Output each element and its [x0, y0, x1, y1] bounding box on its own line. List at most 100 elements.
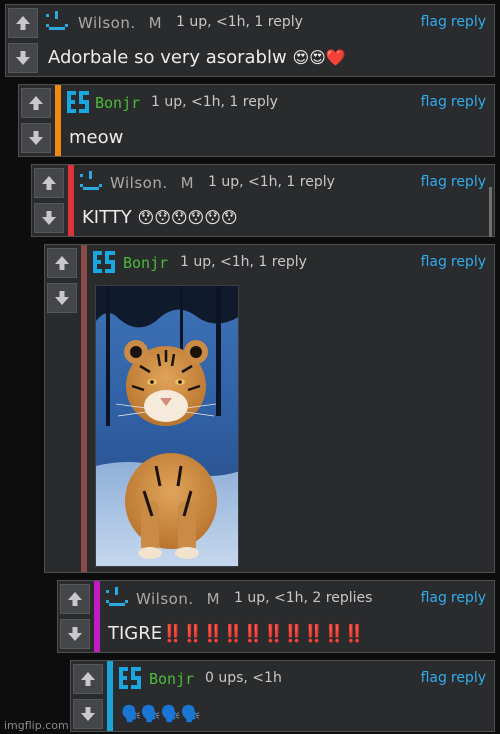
- upvote-button[interactable]: [60, 584, 90, 614]
- upvote-arrow-icon: [81, 672, 95, 686]
- vote-column: [45, 245, 79, 572]
- reply-link[interactable]: reply: [451, 670, 486, 686]
- upvote-arrow-icon: [68, 592, 82, 606]
- comment-actions: flag reply: [417, 174, 486, 190]
- username[interactable]: Bonjr: [149, 670, 194, 688]
- username-text: Wilson.: [136, 590, 194, 608]
- imgflip-watermark: imgflip.com: [4, 719, 69, 732]
- heart-eyes-emoji-row: 😍😍❤️: [292, 48, 346, 67]
- pixel-face-avatar-icon[interactable]: [44, 9, 70, 35]
- downvote-button[interactable]: [21, 123, 51, 153]
- es-logo-avatar-icon[interactable]: [91, 249, 117, 275]
- username-text: Wilson.: [110, 174, 168, 192]
- comment-5: Wilson. M 1 up, <1h, 2 replies flag reply …: [57, 580, 495, 653]
- vote-column: [58, 581, 92, 652]
- comment-text: KITTY 😯😯😯😯😯😯: [82, 207, 238, 228]
- comment-body: Bonjr 0 ups, <1h flag reply 🗣️🗣️🗣️🗣️: [113, 661, 494, 731]
- comment-body: Wilson. M 1 up, <1h, 2 replies flag reply …: [100, 581, 494, 652]
- vote-column: [19, 85, 53, 156]
- comment-3: Wilson. M 1 up, <1h, 1 reply flag reply KI…: [31, 164, 495, 237]
- comment-text-content: TIGRE: [108, 623, 163, 644]
- comment-actions: flag reply: [417, 670, 486, 686]
- comment-text: TIGRE‼️‼️‼️‼️‼️‼️‼️‼️‼️‼️: [108, 623, 365, 644]
- upvote-button[interactable]: [8, 8, 38, 38]
- upvote-button[interactable]: [34, 168, 64, 198]
- downvote-arrow-icon: [16, 51, 30, 65]
- comment-body: Bonjr 1 up, <1h, 1 reply flag reply: [87, 245, 494, 572]
- downvote-button[interactable]: [34, 203, 64, 233]
- downvote-arrow-icon: [29, 131, 43, 145]
- user-badge: M: [206, 590, 221, 608]
- username[interactable]: Wilson. M: [136, 590, 220, 608]
- upvote-arrow-icon: [55, 256, 69, 270]
- comment-meta: 1 up, <1h, 1 reply: [208, 174, 335, 190]
- username[interactable]: Bonjr: [123, 254, 168, 272]
- downvote-button[interactable]: [47, 283, 77, 313]
- comment-actions: flag reply: [417, 254, 486, 270]
- pixel-face-avatar-icon[interactable]: [104, 585, 130, 611]
- comment-actions: flag reply: [417, 94, 486, 110]
- pixel-face-avatar-icon[interactable]: [78, 169, 104, 195]
- es-logo-avatar-icon[interactable]: [117, 665, 143, 691]
- upvote-arrow-icon: [16, 16, 30, 30]
- username-text: Wilson.: [78, 14, 136, 32]
- comment-body: Wilson. M 1 up, <1h, 1 reply flag reply Ad…: [40, 5, 494, 76]
- flag-link[interactable]: flag: [421, 670, 447, 686]
- scrollbar[interactable]: [489, 187, 492, 237]
- comment-body: Wilson. M 1 up, <1h, 1 reply flag reply KI…: [74, 165, 494, 236]
- flag-link[interactable]: flag: [421, 94, 447, 110]
- comment-text-content: KITTY: [82, 207, 132, 228]
- vote-column: [6, 5, 40, 76]
- user-badge: M: [180, 174, 195, 192]
- comment-meta: 1 up, <1h, 2 replies: [234, 590, 373, 606]
- flag-link[interactable]: flag: [421, 14, 447, 30]
- exclamation-emoji-row: ‼️‼️‼️‼️‼️‼️‼️‼️‼️‼️: [162, 624, 365, 644]
- downvote-button[interactable]: [8, 43, 38, 73]
- reply-link[interactable]: reply: [451, 254, 486, 270]
- comment-meta: 0 ups, <1h: [205, 670, 282, 686]
- vote-column: [32, 165, 66, 236]
- comment-meta: 1 up, <1h, 1 reply: [176, 14, 303, 30]
- username[interactable]: Wilson. M: [78, 14, 162, 32]
- downvote-arrow-icon: [81, 707, 95, 721]
- comment-6: Bonjr 0 ups, <1h flag reply 🗣️🗣️🗣️🗣️: [70, 660, 495, 732]
- tiger-photo[interactable]: [95, 285, 239, 567]
- upvote-button[interactable]: [47, 248, 77, 278]
- downvote-arrow-icon: [68, 627, 82, 641]
- user-badge: M: [148, 14, 163, 32]
- es-logo-avatar-icon[interactable]: [65, 89, 91, 115]
- comment-2: Bonjr 1 up, <1h, 1 reply flag reply meow: [18, 84, 495, 157]
- upvote-arrow-icon: [42, 176, 56, 190]
- reply-link[interactable]: reply: [451, 174, 486, 190]
- flag-link[interactable]: flag: [421, 590, 447, 606]
- flag-link[interactable]: flag: [421, 254, 447, 270]
- upvote-button[interactable]: [73, 664, 103, 694]
- comment-text-content: Adorbale so very asorablw: [48, 47, 287, 68]
- comment-meta: 1 up, <1h, 1 reply: [151, 94, 278, 110]
- downvote-button[interactable]: [60, 619, 90, 649]
- reply-link[interactable]: reply: [451, 94, 486, 110]
- username[interactable]: Bonjr: [95, 94, 140, 112]
- downvote-button[interactable]: [73, 699, 103, 729]
- comment-text: Adorbale so very asorablw 😍😍❤️: [48, 47, 346, 68]
- reply-link[interactable]: reply: [451, 590, 486, 606]
- username[interactable]: Wilson. M: [110, 174, 194, 192]
- comment-body: Bonjr 1 up, <1h, 1 reply flag reply meow: [61, 85, 494, 156]
- speaking-head-emoji-row: 🗣️🗣️🗣️🗣️: [121, 704, 201, 723]
- comment-4: Bonjr 1 up, <1h, 1 reply flag reply: [44, 244, 495, 573]
- tiger-illustration: [96, 286, 238, 566]
- comment-1: Wilson. M 1 up, <1h, 1 reply flag reply Ad…: [5, 4, 495, 77]
- upvote-button[interactable]: [21, 88, 51, 118]
- comment-actions: flag reply: [417, 590, 486, 606]
- reply-link[interactable]: reply: [451, 14, 486, 30]
- downvote-arrow-icon: [42, 211, 56, 225]
- comment-actions: flag reply: [417, 14, 486, 30]
- upvote-arrow-icon: [29, 96, 43, 110]
- surprised-emoji-row: 😯😯😯😯😯😯: [137, 208, 238, 227]
- comment-meta: 1 up, <1h, 1 reply: [180, 254, 307, 270]
- vote-column: [71, 661, 105, 731]
- comment-text: meow: [69, 127, 124, 148]
- comment-text: 🗣️🗣️🗣️🗣️: [121, 703, 201, 724]
- downvote-arrow-icon: [55, 291, 69, 305]
- flag-link[interactable]: flag: [421, 174, 447, 190]
